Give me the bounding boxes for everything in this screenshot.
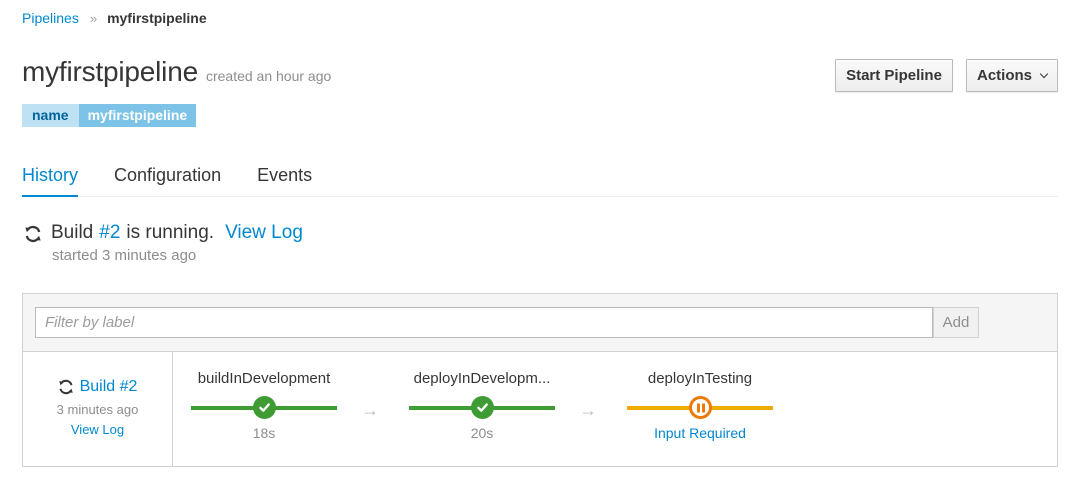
stage-arrow-icon: → — [361, 400, 379, 420]
breadcrumb-current: myfirstpipeline — [107, 10, 207, 26]
check-icon — [471, 396, 494, 419]
pipeline-stage[interactable]: deployInTesting Input Required — [627, 370, 773, 441]
stage-duration: 18s — [252, 425, 276, 441]
stage-duration: 20s — [470, 425, 494, 441]
pause-icon — [689, 396, 712, 419]
stage-name: buildInDevelopment — [197, 370, 331, 387]
breadcrumb-pipelines-link[interactable]: Pipelines — [22, 10, 79, 26]
build-view-log-link[interactable]: View Log — [71, 422, 124, 437]
build-row: Build #2 3 minutes ago View Log buildInD… — [23, 352, 1057, 467]
breadcrumb: Pipelines » myfirstpipeline — [22, 10, 207, 26]
title-row: myfirstpipeline created an hour ago — [22, 56, 331, 88]
stage-name: deployInDevelopm... — [413, 370, 551, 387]
build-link[interactable]: Build #2 — [80, 378, 138, 396]
label-value[interactable]: myfirstpipeline — [78, 104, 197, 127]
tab-events[interactable]: Events — [257, 160, 312, 197]
build-number-link[interactable]: #2 — [99, 222, 120, 244]
input-required-link[interactable]: Input Required — [627, 425, 773, 441]
start-pipeline-button[interactable]: Start Pipeline — [835, 59, 953, 92]
check-icon — [253, 396, 276, 419]
filter-by-label-input[interactable] — [35, 307, 933, 338]
filter-toolbar: Add — [23, 294, 1057, 352]
status-prefix: Build — [51, 222, 94, 243]
created-timestamp: created an hour ago — [205, 68, 332, 84]
status-suffix: is running. — [126, 222, 215, 243]
builds-panel: Add Build #2 3 minutes ago View Log buil… — [22, 293, 1058, 467]
page-title: myfirstpipeline — [22, 56, 198, 87]
chevron-down-icon — [1039, 69, 1049, 78]
build-time: 3 minutes ago — [56, 402, 139, 417]
pipeline-stage[interactable]: buildInDevelopment 18s — [191, 370, 337, 441]
label-key[interactable]: name — [22, 104, 79, 127]
tab-configuration[interactable]: Configuration — [114, 160, 221, 197]
pipeline-stage[interactable]: deployInDevelopm... 20s — [409, 370, 555, 441]
refresh-icon — [25, 225, 41, 243]
add-filter-button[interactable]: Add — [933, 307, 979, 338]
label-tag[interactable]: name myfirstpipeline — [22, 104, 197, 127]
stage-name: deployInTesting — [647, 370, 753, 387]
actions-label: Actions — [976, 67, 1032, 84]
build-status: Build #2 is running. View Log started 3 … — [24, 222, 303, 264]
tab-bar: History Configuration Events — [22, 160, 1058, 197]
status-started: started 3 minutes ago — [52, 247, 197, 264]
breadcrumb-separator: » — [89, 10, 98, 26]
stage-arrow-icon: → — [579, 400, 597, 420]
tab-history[interactable]: History — [22, 160, 79, 197]
build-summary-cell: Build #2 3 minutes ago View Log — [23, 352, 173, 467]
refresh-icon — [58, 379, 73, 395]
actions-dropdown-button[interactable]: Actions — [966, 59, 1058, 92]
view-log-link[interactable]: View Log — [225, 222, 303, 244]
